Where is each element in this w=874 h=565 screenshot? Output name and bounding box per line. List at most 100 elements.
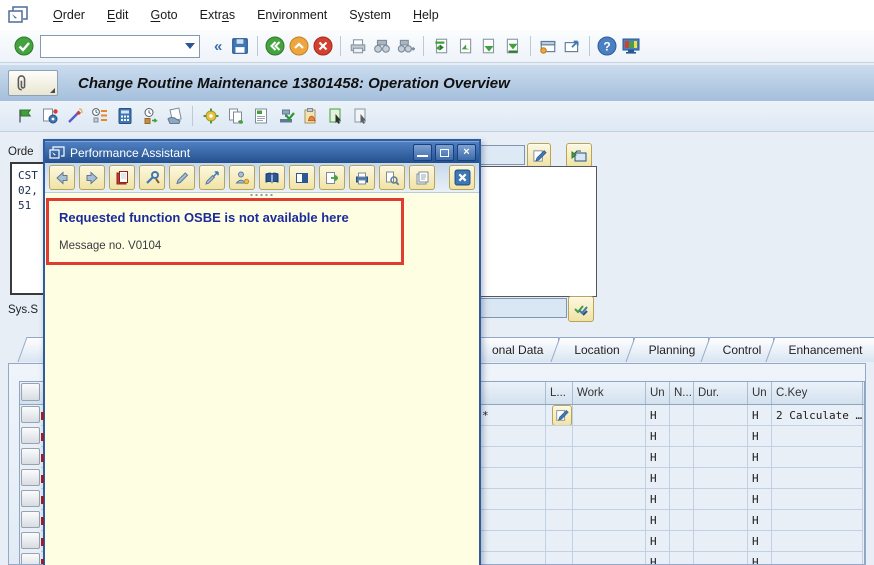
cell-ckey[interactable] bbox=[772, 447, 863, 468]
wand-icon[interactable] bbox=[62, 104, 87, 128]
menu-help[interactable]: Help bbox=[402, 0, 450, 30]
menu-environment[interactable]: Environment bbox=[246, 0, 338, 30]
export-button[interactable] bbox=[319, 165, 345, 190]
cell-work[interactable] bbox=[573, 552, 646, 564]
edit-description-button[interactable] bbox=[527, 143, 551, 168]
cell-work[interactable] bbox=[573, 489, 646, 510]
cell-work[interactable] bbox=[573, 468, 646, 489]
menu-system[interactable]: System bbox=[338, 0, 402, 30]
last-page-icon[interactable] bbox=[501, 34, 525, 58]
cell-unit2[interactable]: H bbox=[748, 489, 772, 510]
enter-icon[interactable] bbox=[12, 34, 36, 58]
header-unit2[interactable]: Un bbox=[748, 382, 772, 404]
new-session-icon[interactable] bbox=[536, 34, 560, 58]
cell-duration[interactable] bbox=[694, 531, 748, 552]
cell-unit1[interactable]: H bbox=[646, 510, 670, 531]
cell-longtext[interactable] bbox=[546, 405, 573, 426]
exit-icon[interactable] bbox=[287, 34, 311, 58]
header-work[interactable]: Work bbox=[573, 382, 646, 404]
glossary-button[interactable] bbox=[259, 165, 285, 190]
cell-unit1[interactable]: H bbox=[646, 552, 670, 564]
cell-number[interactable] bbox=[670, 405, 694, 426]
row-selector[interactable] bbox=[21, 553, 40, 564]
cell-unit1[interactable]: H bbox=[646, 531, 670, 552]
tab-location[interactable]: Location bbox=[561, 337, 634, 362]
cell-ckey[interactable]: 2 Calculate … bbox=[772, 405, 863, 426]
cell-longtext[interactable] bbox=[546, 426, 573, 447]
cell-work[interactable] bbox=[573, 510, 646, 531]
cell-longtext[interactable] bbox=[546, 552, 573, 564]
cell-duration[interactable] bbox=[694, 447, 748, 468]
cell-unit2[interactable]: H bbox=[748, 426, 772, 447]
splitter-handle[interactable] bbox=[249, 193, 275, 197]
extended-help-button[interactable] bbox=[199, 165, 225, 190]
schedule-icon[interactable] bbox=[37, 104, 62, 128]
customize-layout-icon[interactable] bbox=[619, 34, 643, 58]
find-in-help-button[interactable] bbox=[379, 165, 405, 190]
copy-list-button[interactable] bbox=[409, 165, 435, 190]
documentation-button[interactable] bbox=[109, 165, 135, 190]
cell-longtext[interactable] bbox=[546, 468, 573, 489]
header-longtext[interactable]: L... bbox=[546, 382, 573, 404]
back-icon[interactable] bbox=[263, 34, 287, 58]
cell-ckey[interactable] bbox=[772, 531, 863, 552]
time-events-icon[interactable] bbox=[137, 104, 162, 128]
change-button[interactable] bbox=[169, 165, 195, 190]
command-input[interactable] bbox=[44, 36, 178, 56]
find-next-icon[interactable] bbox=[394, 34, 418, 58]
row-selector[interactable] bbox=[21, 469, 40, 486]
components-icon[interactable] bbox=[323, 104, 348, 128]
menu-goto[interactable]: Goto bbox=[140, 0, 189, 30]
create-shortcut-icon[interactable] bbox=[560, 34, 584, 58]
find-icon[interactable] bbox=[370, 34, 394, 58]
order-log-icon[interactable] bbox=[298, 104, 323, 128]
row-selector[interactable] bbox=[21, 448, 40, 465]
tab-enhancement[interactable]: Enhancement bbox=[776, 337, 874, 362]
tab-planning[interactable]: Planning bbox=[636, 337, 709, 362]
cell-longtext[interactable] bbox=[546, 447, 573, 468]
release-icon[interactable] bbox=[12, 104, 37, 128]
cell-ckey[interactable] bbox=[772, 426, 863, 447]
collapse-command-field-icon[interactable]: « bbox=[214, 38, 222, 55]
document-filter-icon[interactable] bbox=[162, 104, 187, 128]
cell-work[interactable] bbox=[573, 426, 646, 447]
header-unit1[interactable]: Un bbox=[646, 382, 670, 404]
cell-work[interactable] bbox=[573, 531, 646, 552]
maximize-button[interactable] bbox=[435, 144, 454, 161]
command-field[interactable] bbox=[40, 34, 200, 58]
cell-unit2[interactable]: H bbox=[748, 552, 772, 564]
cell-duration[interactable] bbox=[694, 510, 748, 531]
cell-duration[interactable] bbox=[694, 405, 748, 426]
row-selector[interactable] bbox=[21, 490, 40, 507]
cell-number[interactable] bbox=[670, 426, 694, 447]
next-button[interactable] bbox=[79, 165, 105, 190]
sapterm-button[interactable] bbox=[289, 165, 315, 190]
cell-work[interactable] bbox=[573, 447, 646, 468]
help-icon[interactable]: ? bbox=[595, 34, 619, 58]
first-page-icon[interactable] bbox=[429, 34, 453, 58]
header-ckey[interactable]: C.Key bbox=[772, 382, 863, 404]
tab-control[interactable]: Control bbox=[711, 337, 774, 362]
cell-ckey[interactable] bbox=[772, 468, 863, 489]
cell-ckey[interactable] bbox=[772, 489, 863, 510]
header-duration[interactable]: Dur. bbox=[694, 382, 748, 404]
cell-duration[interactable] bbox=[694, 468, 748, 489]
command-dropdown-icon[interactable] bbox=[185, 42, 195, 49]
cell-unit2[interactable]: H bbox=[748, 447, 772, 468]
previous-button[interactable] bbox=[49, 165, 75, 190]
status-detail-button[interactable] bbox=[568, 296, 594, 322]
open-folder-button[interactable] bbox=[566, 143, 592, 168]
dialog-title-bar[interactable]: Performance Assistant × bbox=[45, 141, 479, 163]
menu-order[interactable]: Order bbox=[42, 0, 96, 30]
menu-edit[interactable]: Edit bbox=[96, 0, 140, 30]
cell-longtext[interactable] bbox=[546, 489, 573, 510]
cell-ckey[interactable] bbox=[772, 552, 863, 564]
cell-unit1[interactable]: H bbox=[646, 447, 670, 468]
minimize-button[interactable] bbox=[413, 144, 432, 161]
cell-number[interactable] bbox=[670, 468, 694, 489]
cell-longtext[interactable] bbox=[546, 510, 573, 531]
page-up-icon[interactable] bbox=[453, 34, 477, 58]
row-selector[interactable] bbox=[21, 532, 40, 549]
cell-unit1[interactable]: H bbox=[646, 405, 670, 426]
cell-number[interactable] bbox=[670, 489, 694, 510]
